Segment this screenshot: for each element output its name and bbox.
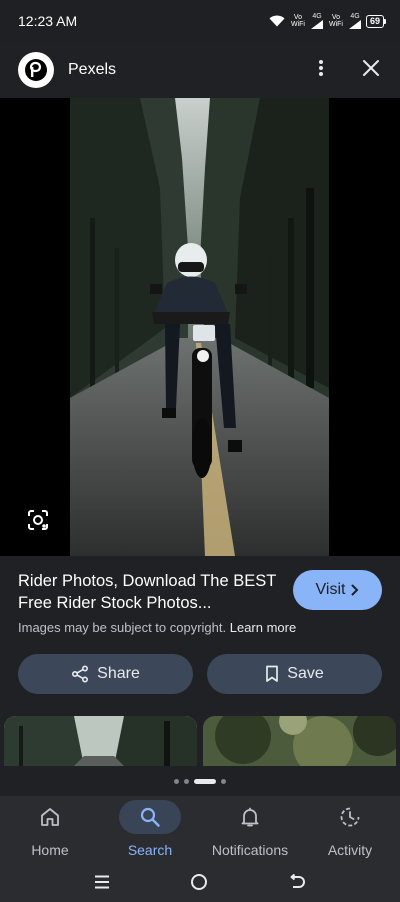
wifi-icon [269,15,285,27]
signal-icon [310,20,323,29]
save-button[interactable]: Save [207,654,382,694]
page-dot-active [194,778,216,784]
nav-search-label: Search [127,842,173,858]
result-image[interactable] [70,98,329,556]
learn-more-link[interactable]: Learn more [230,620,296,635]
related-images [0,716,400,766]
visit-button[interactable]: Visit [293,570,382,610]
bell-icon [241,807,259,827]
nav-home-label: Home [31,842,69,858]
page-dot [174,778,179,784]
action-row: Share Save [18,654,382,694]
signal-2-label: 4G [350,13,360,20]
activity-icon [340,807,360,827]
volte-label-2: Vo WiFi [328,14,344,28]
status-time: 12:23 AM [18,13,78,29]
share-button[interactable]: Share [18,654,193,694]
page-indicator [0,776,400,786]
save-label: Save [287,665,324,682]
status-icons: Vo WiFi 4G Vo WiFi 4G 69 [269,13,386,29]
visit-label: Visit [315,581,346,598]
bottom-nav: Home Search Notifications Activity [0,796,400,862]
volte-top: Vo [293,14,303,21]
home-icon [41,808,59,826]
nav-notifications-label: Notifications [211,842,289,858]
nav-activity-label: Activity [327,842,373,858]
nav-activity[interactable]: Activity [300,796,400,862]
signal-1-label: 4G [312,13,322,20]
home-button-icon[interactable] [190,873,208,891]
share-icon [72,665,89,683]
signal-icon [348,20,361,29]
bookmark-icon [266,665,279,682]
chevron-right-icon [351,584,359,596]
nav-notifications[interactable]: Notifications [200,796,300,862]
close-icon[interactable] [362,59,380,82]
lens-icon[interactable] [24,506,52,534]
nav-home[interactable]: Home [0,796,100,862]
search-icon [140,807,160,827]
nav-search[interactable]: Search [100,796,200,862]
image-viewer[interactable] [0,98,400,556]
source-header: Pexels [0,42,400,98]
source-name[interactable]: Pexels [68,61,116,79]
back-icon[interactable] [288,874,306,890]
page-dot [184,778,189,784]
signal-1: 4G [310,13,323,29]
status-bar: 12:23 AM Vo WiFi 4G Vo WiFi 4G 69 [0,0,400,42]
pexels-logo-icon[interactable] [18,52,54,88]
result-title[interactable]: Rider Photos, Download The BEST Free Rid… [18,570,280,614]
page-dot [221,778,226,784]
copyright-text: Images may be subject to copyright. [18,620,227,635]
signal-2: 4G [348,13,361,29]
volte-label: Vo WiFi [290,14,306,28]
battery-icon: 69 [365,14,386,28]
battery-level: 69 [365,14,384,28]
share-label: Share [97,665,140,682]
related-image-thumbnail[interactable] [203,716,396,766]
recent-apps-icon[interactable] [94,875,110,889]
related-image-thumbnail[interactable] [4,716,197,766]
system-nav-bar [0,862,400,902]
volte-2-top: Vo [331,14,341,21]
copyright-notice: Images may be subject to copyright. Lear… [18,620,296,635]
volte-bottom: WiFi [290,21,305,28]
volte-2-bottom: WiFi [328,21,343,28]
more-options-icon[interactable] [318,59,324,82]
